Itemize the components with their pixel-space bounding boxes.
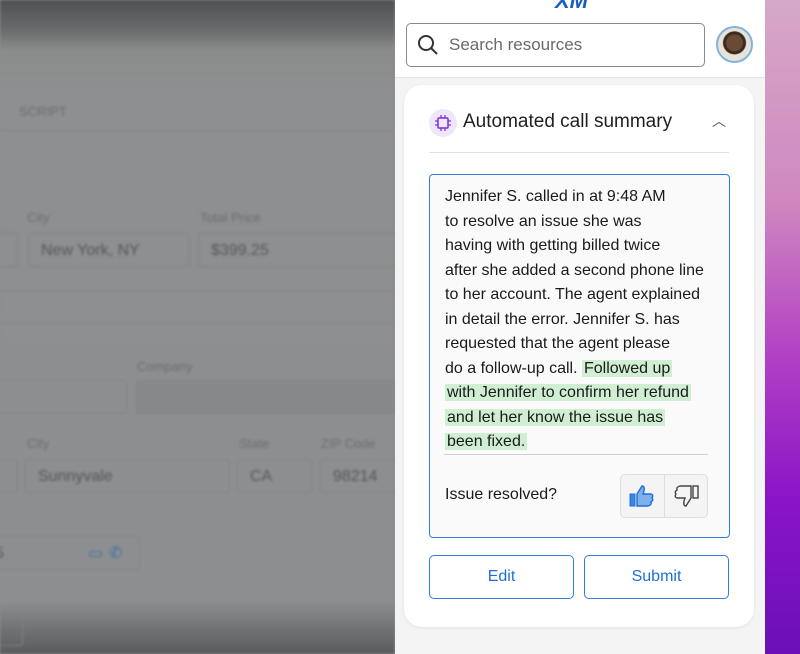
- search-icon: [418, 35, 438, 55]
- divider: [0, 290, 395, 291]
- field: [0, 233, 18, 267]
- call-summary-card: Automated call summary ︿ Jennifer S. cal…: [404, 85, 754, 627]
- summary-line: to her account. The agent explained: [445, 286, 700, 303]
- zip-field: 98214: [320, 459, 400, 493]
- phone-icon: ✆: [109, 545, 123, 562]
- divider: [444, 454, 708, 455]
- desktop-wallpaper: [765, 0, 800, 654]
- chat-icon: ▭: [88, 545, 104, 562]
- field: [0, 459, 18, 493]
- thumbs-down-icon: [674, 485, 699, 507]
- phone-field: 5 ▭ ✆: [0, 536, 140, 570]
- state-field: CA: [237, 459, 312, 493]
- field-label: Company: [137, 359, 193, 374]
- highlighted-text: and let her know the issue has: [445, 408, 666, 426]
- tab-script: SCRIPT: [19, 104, 67, 119]
- divider: [0, 130, 395, 131]
- company-field: [136, 380, 406, 414]
- summary-line: after she added a second phone line: [445, 261, 704, 279]
- feedback-toggle: [620, 474, 708, 518]
- submit-button[interactable]: Submit: [584, 555, 729, 599]
- thumbs-up-icon: [629, 485, 654, 507]
- divider: [0, 322, 395, 323]
- summary-line: having with getting billed twice: [445, 237, 661, 254]
- search-box[interactable]: [406, 23, 705, 67]
- field-label: City: [27, 210, 50, 225]
- field: [0, 612, 23, 646]
- phone-value: 5: [0, 545, 4, 562]
- summary-line: do a follow-up call.: [445, 359, 578, 377]
- highlighted-text: with Jennifer to confirm her refund: [445, 384, 691, 401]
- summary-line: requested that the agent please: [445, 335, 671, 352]
- field-label: Total Price: [200, 210, 261, 225]
- edit-button[interactable]: Edit: [429, 555, 574, 599]
- field: [0, 380, 127, 414]
- summary-line: in detail the error. Jennifer S. has: [445, 310, 680, 328]
- field-label: ZIP Code: [321, 436, 376, 451]
- divider: [429, 152, 729, 153]
- summary-line: Jennifer S. called in at 9:48 AM: [445, 188, 666, 205]
- card-title: Automated call summary: [463, 111, 673, 132]
- highlighted-text: been fixed.: [445, 433, 528, 450]
- total-price-field: $399.25: [198, 233, 408, 267]
- city-field: New York, NY: [28, 233, 190, 267]
- field-label: State: [239, 436, 270, 451]
- thumbs-down-button[interactable]: [663, 475, 708, 517]
- city-field: Sunnyvale: [25, 459, 230, 493]
- logo: XM: [555, 0, 588, 13]
- ai-chip-icon: [429, 109, 457, 137]
- avatar[interactable]: [716, 26, 753, 63]
- search-input[interactable]: [449, 35, 679, 55]
- background-form: SCRIPT City Total Price New York, NY $39…: [0, 0, 408, 654]
- thumbs-up-button[interactable]: [621, 475, 664, 517]
- field-label: City: [27, 436, 50, 451]
- panel-header: XM: [395, 0, 765, 78]
- highlighted-text: Followed up: [581, 359, 673, 377]
- summary-line: to resolve an issue she was: [445, 212, 642, 230]
- summary-textarea[interactable]: Jennifer S. called in at 9:48 AM to reso…: [429, 174, 730, 538]
- issue-resolved-label: Issue resolved?: [445, 486, 558, 503]
- side-panel: XM Automated call summary ︿ Jennifer S. …: [395, 0, 765, 654]
- chevron-up-icon[interactable]: ︿: [712, 111, 726, 131]
- summary-text: Jennifer S. called in at 9:48 AM to reso…: [445, 185, 730, 455]
